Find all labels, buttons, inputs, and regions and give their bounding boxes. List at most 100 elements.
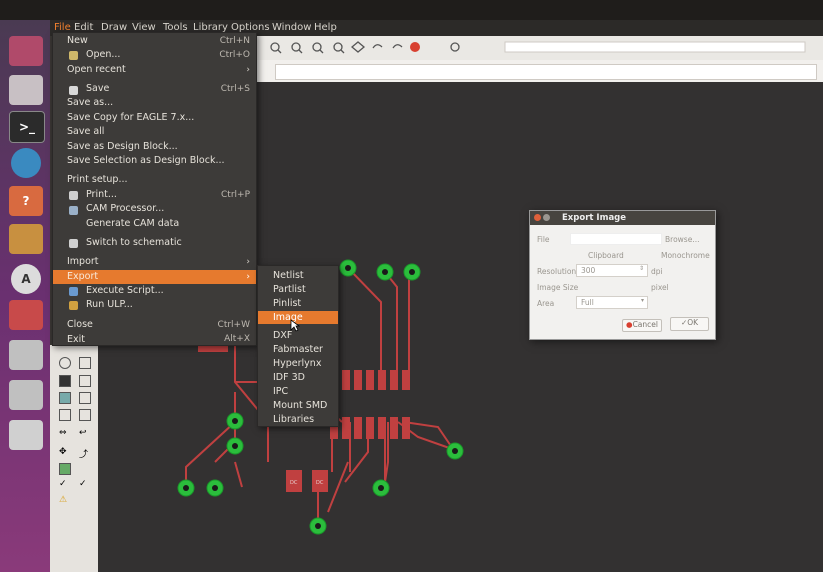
resolution-unit: dpi xyxy=(651,267,663,276)
export-ipc[interactable]: IPC xyxy=(273,386,288,397)
page-tool-icon[interactable] xyxy=(79,375,91,387)
menu-item-import[interactable]: Import xyxy=(67,256,99,267)
menu-item-open[interactable]: Open... xyxy=(86,49,120,60)
area-label: Area xyxy=(537,299,555,308)
files-icon[interactable] xyxy=(9,75,43,105)
export-partlist[interactable]: Partlist xyxy=(273,284,306,295)
circle-tool-icon[interactable] xyxy=(59,357,71,369)
eagle-icon[interactable] xyxy=(9,300,43,330)
ubuntu-launcher: >_ ? A xyxy=(0,20,50,572)
copy-tool-icon[interactable] xyxy=(79,409,91,421)
printer-icon xyxy=(69,191,78,200)
cancel-button[interactable]: ●Cancel xyxy=(622,319,662,332)
menu-item-generate-cam[interactable]: Generate CAM data xyxy=(86,218,179,229)
save-icon xyxy=(69,86,78,95)
settings-icon[interactable] xyxy=(9,224,43,254)
split-tool-icon[interactable]: ⤴ xyxy=(79,447,89,460)
stack-tool-icon[interactable] xyxy=(59,392,71,404)
menu-item-run-ulp[interactable]: Run ULP... xyxy=(86,299,133,310)
ripup-tool-icon[interactable]: ↩ xyxy=(79,428,89,438)
command-line-input[interactable] xyxy=(275,64,817,80)
export-idf-3d[interactable]: IDF 3D xyxy=(273,372,305,383)
browse-button[interactable]: Browse... xyxy=(665,235,699,244)
clipboard-checkbox[interactable]: Clipboard xyxy=(588,251,624,260)
rect-tool-icon[interactable] xyxy=(79,357,91,369)
mirror-tool-icon[interactable] xyxy=(59,409,71,421)
menu-item-save-all[interactable]: Save all xyxy=(67,126,104,137)
menu-item-open-recent[interactable]: Open recent xyxy=(67,64,126,75)
part-label-2: DC xyxy=(316,480,324,486)
screen: File Edit Draw View Tools Library Option… xyxy=(0,0,823,572)
system-top-bar xyxy=(0,0,823,20)
menu-item-new[interactable]: New xyxy=(67,35,88,46)
image-size-unit: pixel xyxy=(651,283,669,292)
erc-tool-icon[interactable]: ✓ xyxy=(79,479,89,489)
close-icon[interactable] xyxy=(534,214,541,221)
move-tool-icon[interactable]: ✥ xyxy=(59,447,69,457)
resolution-input[interactable]: 300 ⇕ xyxy=(576,264,648,277)
launcher-app-icon[interactable] xyxy=(9,36,43,66)
minimize-icon[interactable] xyxy=(543,214,550,221)
layer-tool-icon[interactable] xyxy=(59,375,71,387)
monochrome-checkbox[interactable]: Monochrome xyxy=(661,251,710,260)
menu-window[interactable]: Window xyxy=(272,22,311,33)
file-input[interactable] xyxy=(570,233,662,245)
menu-item-save-as[interactable]: Save as... xyxy=(67,97,113,108)
area-value: Full xyxy=(581,298,594,307)
part-label-1: DC xyxy=(290,480,298,486)
menu-help[interactable]: Help xyxy=(314,22,337,33)
menu-item-save-design-block[interactable]: Save as Design Block... xyxy=(67,141,178,152)
toolbar xyxy=(255,36,823,61)
shortcut-new: Ctrl+N xyxy=(219,36,250,46)
export-pinlist[interactable]: Pinlist xyxy=(273,298,301,309)
dialog-titlebar: Export Image xyxy=(530,211,715,225)
route-tool-icon[interactable]: ⇔ xyxy=(59,428,69,438)
shortcut-print: Ctrl+P xyxy=(221,190,250,200)
area-select[interactable]: Full ▾ xyxy=(576,296,648,309)
browser-icon[interactable] xyxy=(11,148,41,178)
shortcut-save: Ctrl+S xyxy=(220,84,250,94)
menu-item-print[interactable]: Print... xyxy=(86,189,117,200)
polygon-tool-icon[interactable] xyxy=(59,463,71,475)
drive-icon-2[interactable] xyxy=(9,380,43,410)
ic-pads-top xyxy=(342,370,410,390)
resolution-value: 300 xyxy=(581,266,596,275)
ok-button[interactable]: ✓OK xyxy=(670,317,709,331)
image-size-label: Image Size xyxy=(537,283,579,292)
export-image-dialog: Export Image File Browse... Clipboard Mo… xyxy=(529,210,716,340)
cancel-label: Cancel xyxy=(632,320,658,329)
menu-item-export[interactable]: Export xyxy=(67,271,98,282)
export-libraries[interactable]: Libraries xyxy=(273,414,314,425)
resolution-label: Resolution xyxy=(537,267,577,276)
menu-item-execute-script[interactable]: Execute Script... xyxy=(86,285,164,296)
menu-item-save-selection[interactable]: Save Selection as Design Block... xyxy=(67,155,225,166)
drive-icon[interactable] xyxy=(9,340,43,370)
warning-icon[interactable]: ⚠ xyxy=(59,495,69,505)
script-icon xyxy=(69,287,78,296)
export-netlist[interactable]: Netlist xyxy=(273,270,304,281)
terminal-icon[interactable]: >_ xyxy=(9,111,45,143)
export-mount-smd[interactable]: Mount SMD xyxy=(273,400,327,411)
cam-icon xyxy=(69,206,78,215)
file-label: File xyxy=(537,235,550,244)
export-fabmaster[interactable]: Fabmaster xyxy=(273,344,323,355)
file-menu: New Ctrl+N Open... Ctrl+O Open recent › … xyxy=(52,32,257,346)
usb-drive-icon[interactable] xyxy=(9,420,43,450)
grid-tool-icon[interactable] xyxy=(79,392,91,404)
menu-item-print-setup[interactable]: Print setup... xyxy=(67,174,128,185)
toolbar-icons xyxy=(270,41,806,54)
menu-item-close[interactable]: Close xyxy=(67,319,93,330)
menu-item-save-copy[interactable]: Save Copy for EAGLE 7.x... xyxy=(67,112,194,123)
menu-item-cam-processor[interactable]: CAM Processor... xyxy=(86,203,164,214)
help-icon[interactable]: ? xyxy=(9,186,43,216)
software-center-icon[interactable]: A xyxy=(11,264,41,294)
menu-item-save[interactable]: Save xyxy=(86,83,109,94)
tool-palette: ⇔ ↩ ✥ ⤴ ✓ ✓ ⚠ xyxy=(50,345,98,572)
export-hyperlynx[interactable]: Hyperlynx xyxy=(273,358,321,369)
spinner-icon[interactable]: ⇕ xyxy=(639,265,644,272)
parameter-toolbar xyxy=(255,60,823,83)
ic-pads-bottom xyxy=(330,417,410,439)
menu-item-switch-schematic[interactable]: Switch to schematic xyxy=(86,237,182,248)
menu-item-exit[interactable]: Exit xyxy=(67,334,85,345)
check-tool-icon[interactable]: ✓ xyxy=(59,479,69,489)
